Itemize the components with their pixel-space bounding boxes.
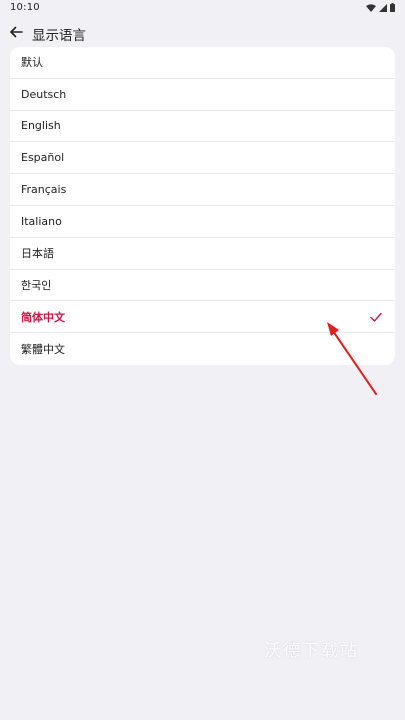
language-option-deutsch[interactable]: Deutsch bbox=[10, 79, 395, 111]
language-label: 简体中文 bbox=[21, 310, 65, 324]
page-title: 显示语言 bbox=[32, 28, 86, 44]
watermark: 沃德下载站 bbox=[264, 641, 359, 661]
language-label: 繁體中文 bbox=[21, 343, 65, 357]
wifi-icon bbox=[366, 3, 376, 12]
status-icons bbox=[366, 3, 395, 12]
status-time: 10:10 bbox=[10, 2, 40, 13]
language-label: 한국인 bbox=[21, 278, 52, 292]
language-label: Italiano bbox=[21, 214, 62, 228]
signal-icon bbox=[379, 3, 387, 12]
language-label: Français bbox=[21, 183, 67, 197]
arrow-left-icon bbox=[10, 26, 23, 38]
language-label: Español bbox=[21, 151, 65, 165]
check-icon bbox=[370, 312, 382, 322]
language-option-english[interactable]: English bbox=[10, 111, 395, 143]
language-option-default[interactable]: 默认 bbox=[10, 47, 395, 79]
back-button[interactable] bbox=[6, 22, 26, 42]
language-option-traditional-chinese[interactable]: 繁體中文 bbox=[10, 333, 395, 365]
battery-icon bbox=[390, 3, 395, 12]
language-option-italiano[interactable]: Italiano bbox=[10, 206, 395, 238]
language-option-japanese[interactable]: 日本語 bbox=[10, 238, 395, 270]
language-option-francais[interactable]: Français bbox=[10, 174, 395, 206]
language-label: 默认 bbox=[21, 56, 43, 70]
language-list: 默认 Deutsch English Español Français Ital… bbox=[10, 47, 395, 365]
language-label: English bbox=[21, 119, 61, 133]
language-label: 日本語 bbox=[21, 247, 54, 261]
language-option-korean[interactable]: 한국인 bbox=[10, 270, 395, 302]
status-bar: 10:10 bbox=[0, 0, 405, 16]
language-option-simplified-chinese[interactable]: 简体中文 bbox=[10, 301, 395, 334]
language-option-espanol[interactable]: Español bbox=[10, 142, 395, 175]
language-label: Deutsch bbox=[21, 87, 67, 101]
app-bar: 显示语言 bbox=[0, 20, 405, 44]
